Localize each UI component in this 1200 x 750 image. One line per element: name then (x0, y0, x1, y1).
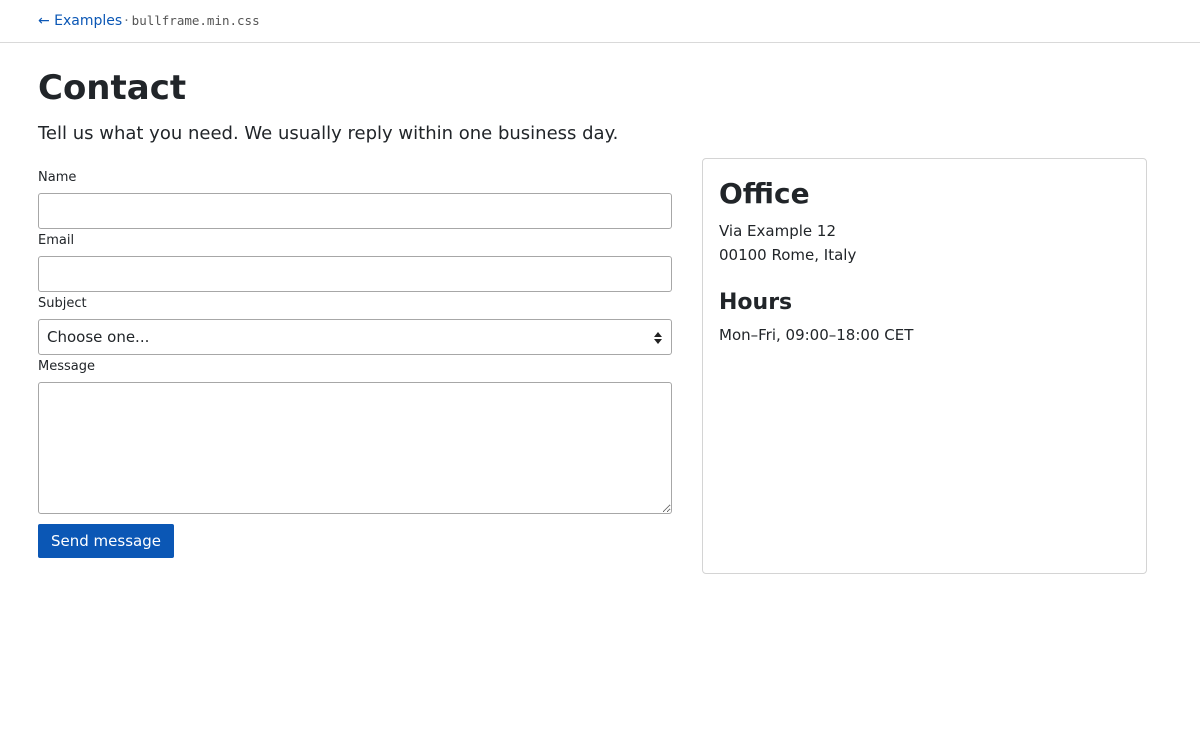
library-name: bullframe.min.css (131, 13, 260, 28)
back-to-examples-link[interactable]: ← Examples (38, 13, 122, 29)
page-content: Contact Tell us what you need. We usuall… (0, 68, 1200, 574)
select-arrows-icon (653, 332, 663, 344)
page-title: Contact (38, 68, 187, 108)
office-title: Office (719, 177, 810, 210)
message-textarea[interactable] (38, 382, 672, 514)
subject-label: Subject (38, 296, 87, 311)
address-line-1: Via Example 12 (719, 222, 836, 240)
email-input[interactable] (38, 256, 672, 292)
top-bar: ← Examples · bullframe.min.css (0, 0, 1200, 43)
hours-title: Hours (719, 290, 793, 315)
name-input[interactable] (38, 193, 672, 229)
email-label: Email (38, 233, 75, 248)
office-card: Office Via Example 12 00100 Rome, Italy … (702, 158, 1147, 574)
subject-selected-value: Choose one... (47, 328, 150, 346)
name-label: Name (38, 170, 77, 185)
address-line-2: 00100 Rome, Italy (719, 246, 857, 264)
hours-text: Mon–Fri, 09:00–18:00 CET (719, 326, 914, 344)
page-lead: Tell us what you need. We usually reply … (38, 123, 619, 144)
contact-form: Name Email Subject Choose one... Message… (38, 166, 672, 558)
subject-select[interactable]: Choose one... (38, 319, 672, 355)
message-label: Message (38, 359, 95, 374)
content-layout: Name Email Subject Choose one... Message… (38, 158, 1162, 574)
breadcrumb-separator: · (124, 13, 129, 29)
send-message-button[interactable]: Send message (38, 524, 174, 558)
office-address: Via Example 12 00100 Rome, Italy (719, 219, 1130, 267)
